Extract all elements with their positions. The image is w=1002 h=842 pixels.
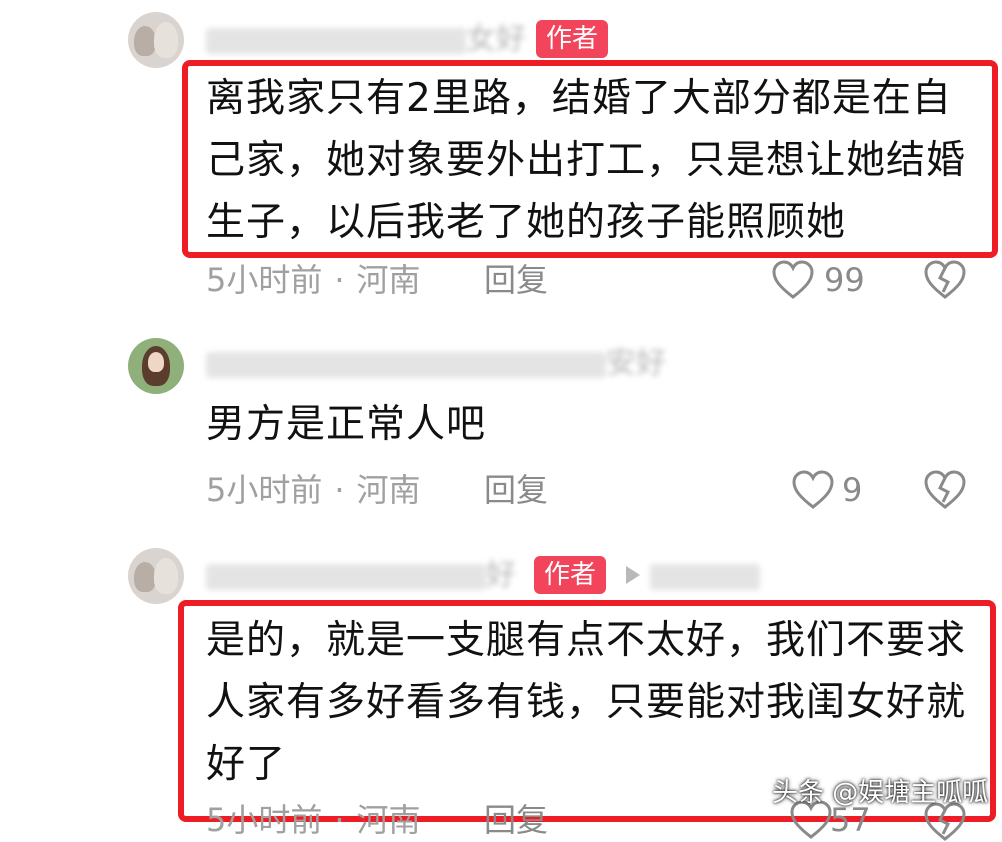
reply-button[interactable]: 回复 — [484, 800, 548, 840]
avatar[interactable] — [128, 548, 184, 604]
username[interactable]: 安好 — [206, 344, 666, 384]
reply-button[interactable]: 回复 — [484, 470, 548, 510]
avatar[interactable] — [128, 338, 184, 394]
meta-separator: · — [334, 261, 345, 299]
comment-time: 5小时前 — [206, 471, 323, 509]
reply-button[interactable]: 回复 — [484, 260, 548, 300]
meta-separator: · — [334, 471, 345, 509]
like-button[interactable]: 9 — [792, 468, 872, 512]
meta-separator: · — [334, 801, 345, 839]
broken-heart-icon[interactable] — [924, 260, 966, 300]
reply-to-username[interactable] — [650, 556, 760, 596]
heart-outline-icon — [772, 260, 814, 299]
author-badge: 作者 — [534, 556, 607, 594]
comment-location: 河南 — [356, 471, 421, 509]
comment-meta: 5小时前 · 河南 — [206, 260, 421, 300]
comment-text: 是的，就是一支腿有点不太好，我们不要求 人家有多好看多有钱，只要能对我闺女好就 … — [206, 618, 967, 787]
author-badge: 作者 — [536, 20, 609, 58]
comment-item-2: 安好 男方是正常人吧 5小时前 · 河南 回复 9 — [0, 320, 1002, 540]
username[interactable]: 女好 — [206, 20, 526, 60]
comment-time: 5小时前 — [206, 261, 323, 299]
username[interactable]: 好 — [206, 556, 516, 596]
watermark: 头条 @娱塘主呱呱 — [772, 778, 989, 808]
play-icon — [626, 566, 640, 584]
like-button[interactable]: 99 — [772, 258, 872, 302]
comment-meta: 5小时前 · 河南 — [206, 800, 421, 840]
comment-item-1: 女好 作者 离我家只有2里路，结婚了大部分都是在自 己家，她对象要外出打工，只是… — [0, 0, 1002, 310]
comment-location: 河南 — [356, 261, 421, 299]
like-count: 9 — [842, 471, 863, 509]
like-count: 99 — [824, 261, 865, 299]
comment-text: 离我家只有2里路，结婚了大部分都是在自 己家，她对象要外出打工，只是想让她结婚 … — [206, 76, 967, 245]
heart-outline-icon — [792, 470, 834, 509]
comment-time: 5小时前 — [206, 801, 323, 839]
comment-text: 男方是正常人吧 — [206, 402, 487, 447]
comment-meta: 5小时前 · 河南 — [206, 470, 421, 510]
broken-heart-icon[interactable] — [924, 470, 966, 510]
avatar[interactable] — [128, 12, 184, 68]
comment-location: 河南 — [356, 801, 421, 839]
